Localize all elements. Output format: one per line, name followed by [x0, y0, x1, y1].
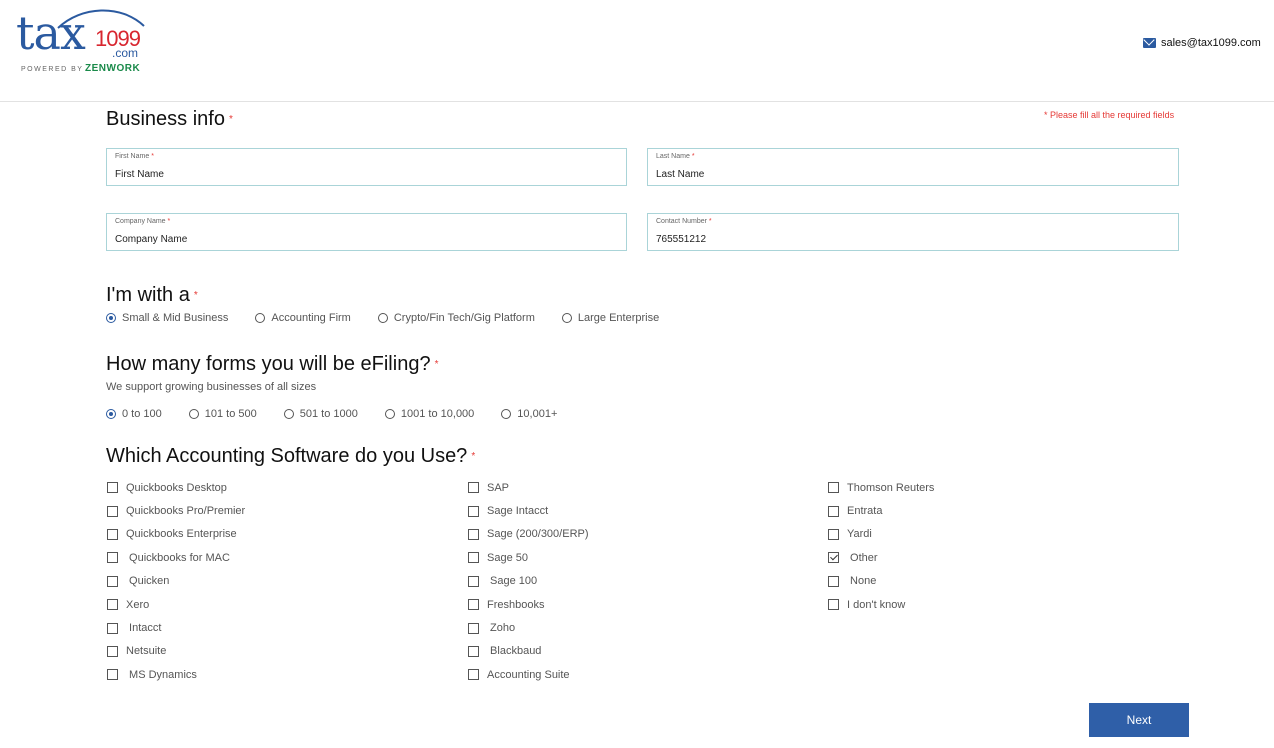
sales-email-text: sales@tax1099.com	[1161, 37, 1261, 49]
radio-accounting-firm[interactable]: Accounting Firm	[255, 312, 351, 324]
radio-1001-to-10000[interactable]: 1001 to 10,000	[384, 408, 474, 420]
software-column-1: Quickbooks Desktop Quickbooks Pro/Premie…	[107, 476, 245, 687]
checkbox-none[interactable]: None	[828, 570, 934, 593]
checkbox-icon[interactable]	[468, 669, 479, 681]
radio-icon[interactable]	[283, 409, 294, 419]
last-name-field[interactable]: Last Name *	[647, 148, 1179, 186]
first-name-field[interactable]: First Name *	[106, 148, 627, 186]
radio-icon[interactable]	[377, 313, 388, 323]
checkbox-blackbaud[interactable]: Blackbaud	[468, 640, 589, 663]
checkbox-icon[interactable]	[468, 645, 479, 657]
checkbox-quicken[interactable]: Quicken	[107, 570, 245, 593]
checkbox-icon[interactable]	[107, 482, 118, 494]
checkbox-checked-icon[interactable]	[828, 552, 839, 564]
company-name-input[interactable]	[115, 234, 583, 245]
checkbox-icon[interactable]	[107, 528, 118, 540]
radio-501-to-1000[interactable]: 501 to 1000	[283, 408, 358, 420]
checkbox-xero[interactable]: Xero	[107, 593, 245, 616]
forms-subtitle: We support growing businesses of all siz…	[106, 381, 317, 393]
software-column-3: Thomson Reuters Entrata Yardi Other None…	[828, 476, 934, 616]
checkbox-icon[interactable]	[468, 575, 479, 587]
checkbox-i-dont-know[interactable]: I don't know	[828, 593, 934, 616]
logo-powered-by: POWERED BY	[21, 66, 84, 73]
company-name-field[interactable]: Company Name *	[106, 213, 627, 251]
checkbox-icon[interactable]	[468, 528, 479, 540]
radio-10001-plus[interactable]: 10,001+	[501, 408, 557, 420]
accounting-software-title: Which Accounting Software do you Use? *	[106, 445, 476, 467]
business-type-radio-group: Small & Mid Business Accounting Firm Cry…	[106, 312, 686, 324]
checkbox-icon[interactable]	[107, 669, 118, 681]
radio-large-enterprise[interactable]: Large Enterprise	[561, 312, 659, 324]
logo-zenwork: ZENWORK	[85, 63, 141, 74]
checkbox-yardi[interactable]: Yardi	[828, 523, 934, 546]
radio-icon[interactable]	[501, 409, 512, 419]
checkbox-netsuite[interactable]: Netsuite	[107, 640, 245, 663]
checkbox-icon[interactable]	[468, 482, 479, 494]
last-name-input[interactable]	[656, 169, 1133, 180]
radio-icon[interactable]	[561, 313, 572, 323]
radio-small-mid-business[interactable]: Small & Mid Business	[106, 312, 228, 324]
checkbox-quickbooks-mac[interactable]: Quickbooks for MAC	[107, 546, 245, 569]
checkbox-icon[interactable]	[828, 528, 839, 540]
checkbox-quickbooks-enterprise[interactable]: Quickbooks Enterprise	[107, 523, 245, 546]
envelope-icon	[1143, 38, 1156, 48]
required-fields-note: * Please fill all the required fields	[1044, 110, 1175, 120]
checkbox-ms-dynamics[interactable]: MS Dynamics	[107, 663, 245, 686]
checkbox-icon[interactable]	[828, 482, 839, 494]
checkbox-sage-intacct[interactable]: Sage Intacct	[468, 499, 589, 522]
checkbox-freshbooks[interactable]: Freshbooks	[468, 593, 589, 616]
radio-selected-icon[interactable]	[106, 409, 116, 419]
checkbox-zoho[interactable]: Zoho	[468, 616, 589, 639]
checkbox-sap[interactable]: SAP	[468, 476, 589, 499]
checkbox-icon[interactable]	[468, 622, 479, 634]
forms-count-radio-group: 0 to 100 101 to 500 501 to 1000 1001 to …	[106, 408, 584, 420]
contact-number-field[interactable]: Contact Number *	[647, 213, 1179, 251]
checkbox-icon[interactable]	[107, 505, 118, 517]
sales-email-link[interactable]: sales@tax1099.com	[1143, 37, 1261, 49]
company-name-label: Company Name *	[115, 218, 171, 225]
contact-number-label: Contact Number *	[656, 218, 712, 225]
last-name-label: Last Name *	[656, 153, 695, 160]
header: tax 1099 .com POWERED BY ZENWORK sales@t…	[0, 0, 1274, 102]
checkbox-icon[interactable]	[828, 599, 839, 611]
checkbox-icon[interactable]	[107, 622, 118, 634]
first-name-label: First Name *	[115, 153, 154, 160]
checkbox-entrata[interactable]: Entrata	[828, 499, 934, 522]
radio-icon[interactable]	[188, 409, 199, 419]
logo-tax: tax	[16, 6, 86, 60]
checkbox-icon[interactable]	[468, 552, 479, 564]
checkbox-icon[interactable]	[468, 505, 479, 517]
radio-icon[interactable]	[384, 409, 395, 419]
forms-count-title: How many forms you will be eFiling? *	[106, 353, 439, 375]
radio-0-to-100[interactable]: 0 to 100	[106, 408, 162, 420]
radio-101-to-500[interactable]: 101 to 500	[188, 408, 257, 420]
checkbox-thomson-reuters[interactable]: Thomson Reuters	[828, 476, 934, 499]
im-with-a-title: I'm with a *	[106, 284, 198, 306]
radio-crypto-fintech[interactable]: Crypto/Fin Tech/Gig Platform	[377, 312, 535, 324]
next-button[interactable]: Next	[1089, 703, 1189, 737]
checkbox-other[interactable]: Other	[828, 546, 934, 569]
tax1099-logo[interactable]: tax 1099 .com POWERED BY ZENWORK	[16, 8, 146, 78]
radio-selected-icon[interactable]	[106, 313, 116, 323]
checkbox-accounting-suite[interactable]: Accounting Suite	[468, 663, 589, 686]
checkbox-icon[interactable]	[468, 599, 479, 611]
checkbox-sage-50[interactable]: Sage 50	[468, 546, 589, 569]
checkbox-icon[interactable]	[828, 575, 839, 587]
business-info-title: Business info *	[106, 108, 233, 130]
checkbox-sage-200-300-erp[interactable]: Sage (200/300/ERP)	[468, 523, 589, 546]
checkbox-sage-100[interactable]: Sage 100	[468, 570, 589, 593]
checkbox-icon[interactable]	[107, 645, 118, 657]
checkbox-icon[interactable]	[107, 575, 118, 587]
first-name-input[interactable]	[115, 169, 583, 180]
radio-icon[interactable]	[255, 313, 266, 323]
logo-dotcom: .com	[112, 46, 139, 60]
checkbox-icon[interactable]	[828, 505, 839, 517]
checkbox-quickbooks-desktop[interactable]: Quickbooks Desktop	[107, 476, 245, 499]
checkbox-icon[interactable]	[107, 599, 118, 611]
contact-number-input[interactable]	[656, 234, 1133, 245]
checkbox-intacct[interactable]: Intacct	[107, 616, 245, 639]
checkbox-icon[interactable]	[107, 552, 118, 564]
checkbox-quickbooks-pro-premier[interactable]: Quickbooks Pro/Premier	[107, 499, 245, 522]
software-column-2: SAP Sage Intacct Sage (200/300/ERP) Sage…	[468, 476, 589, 687]
